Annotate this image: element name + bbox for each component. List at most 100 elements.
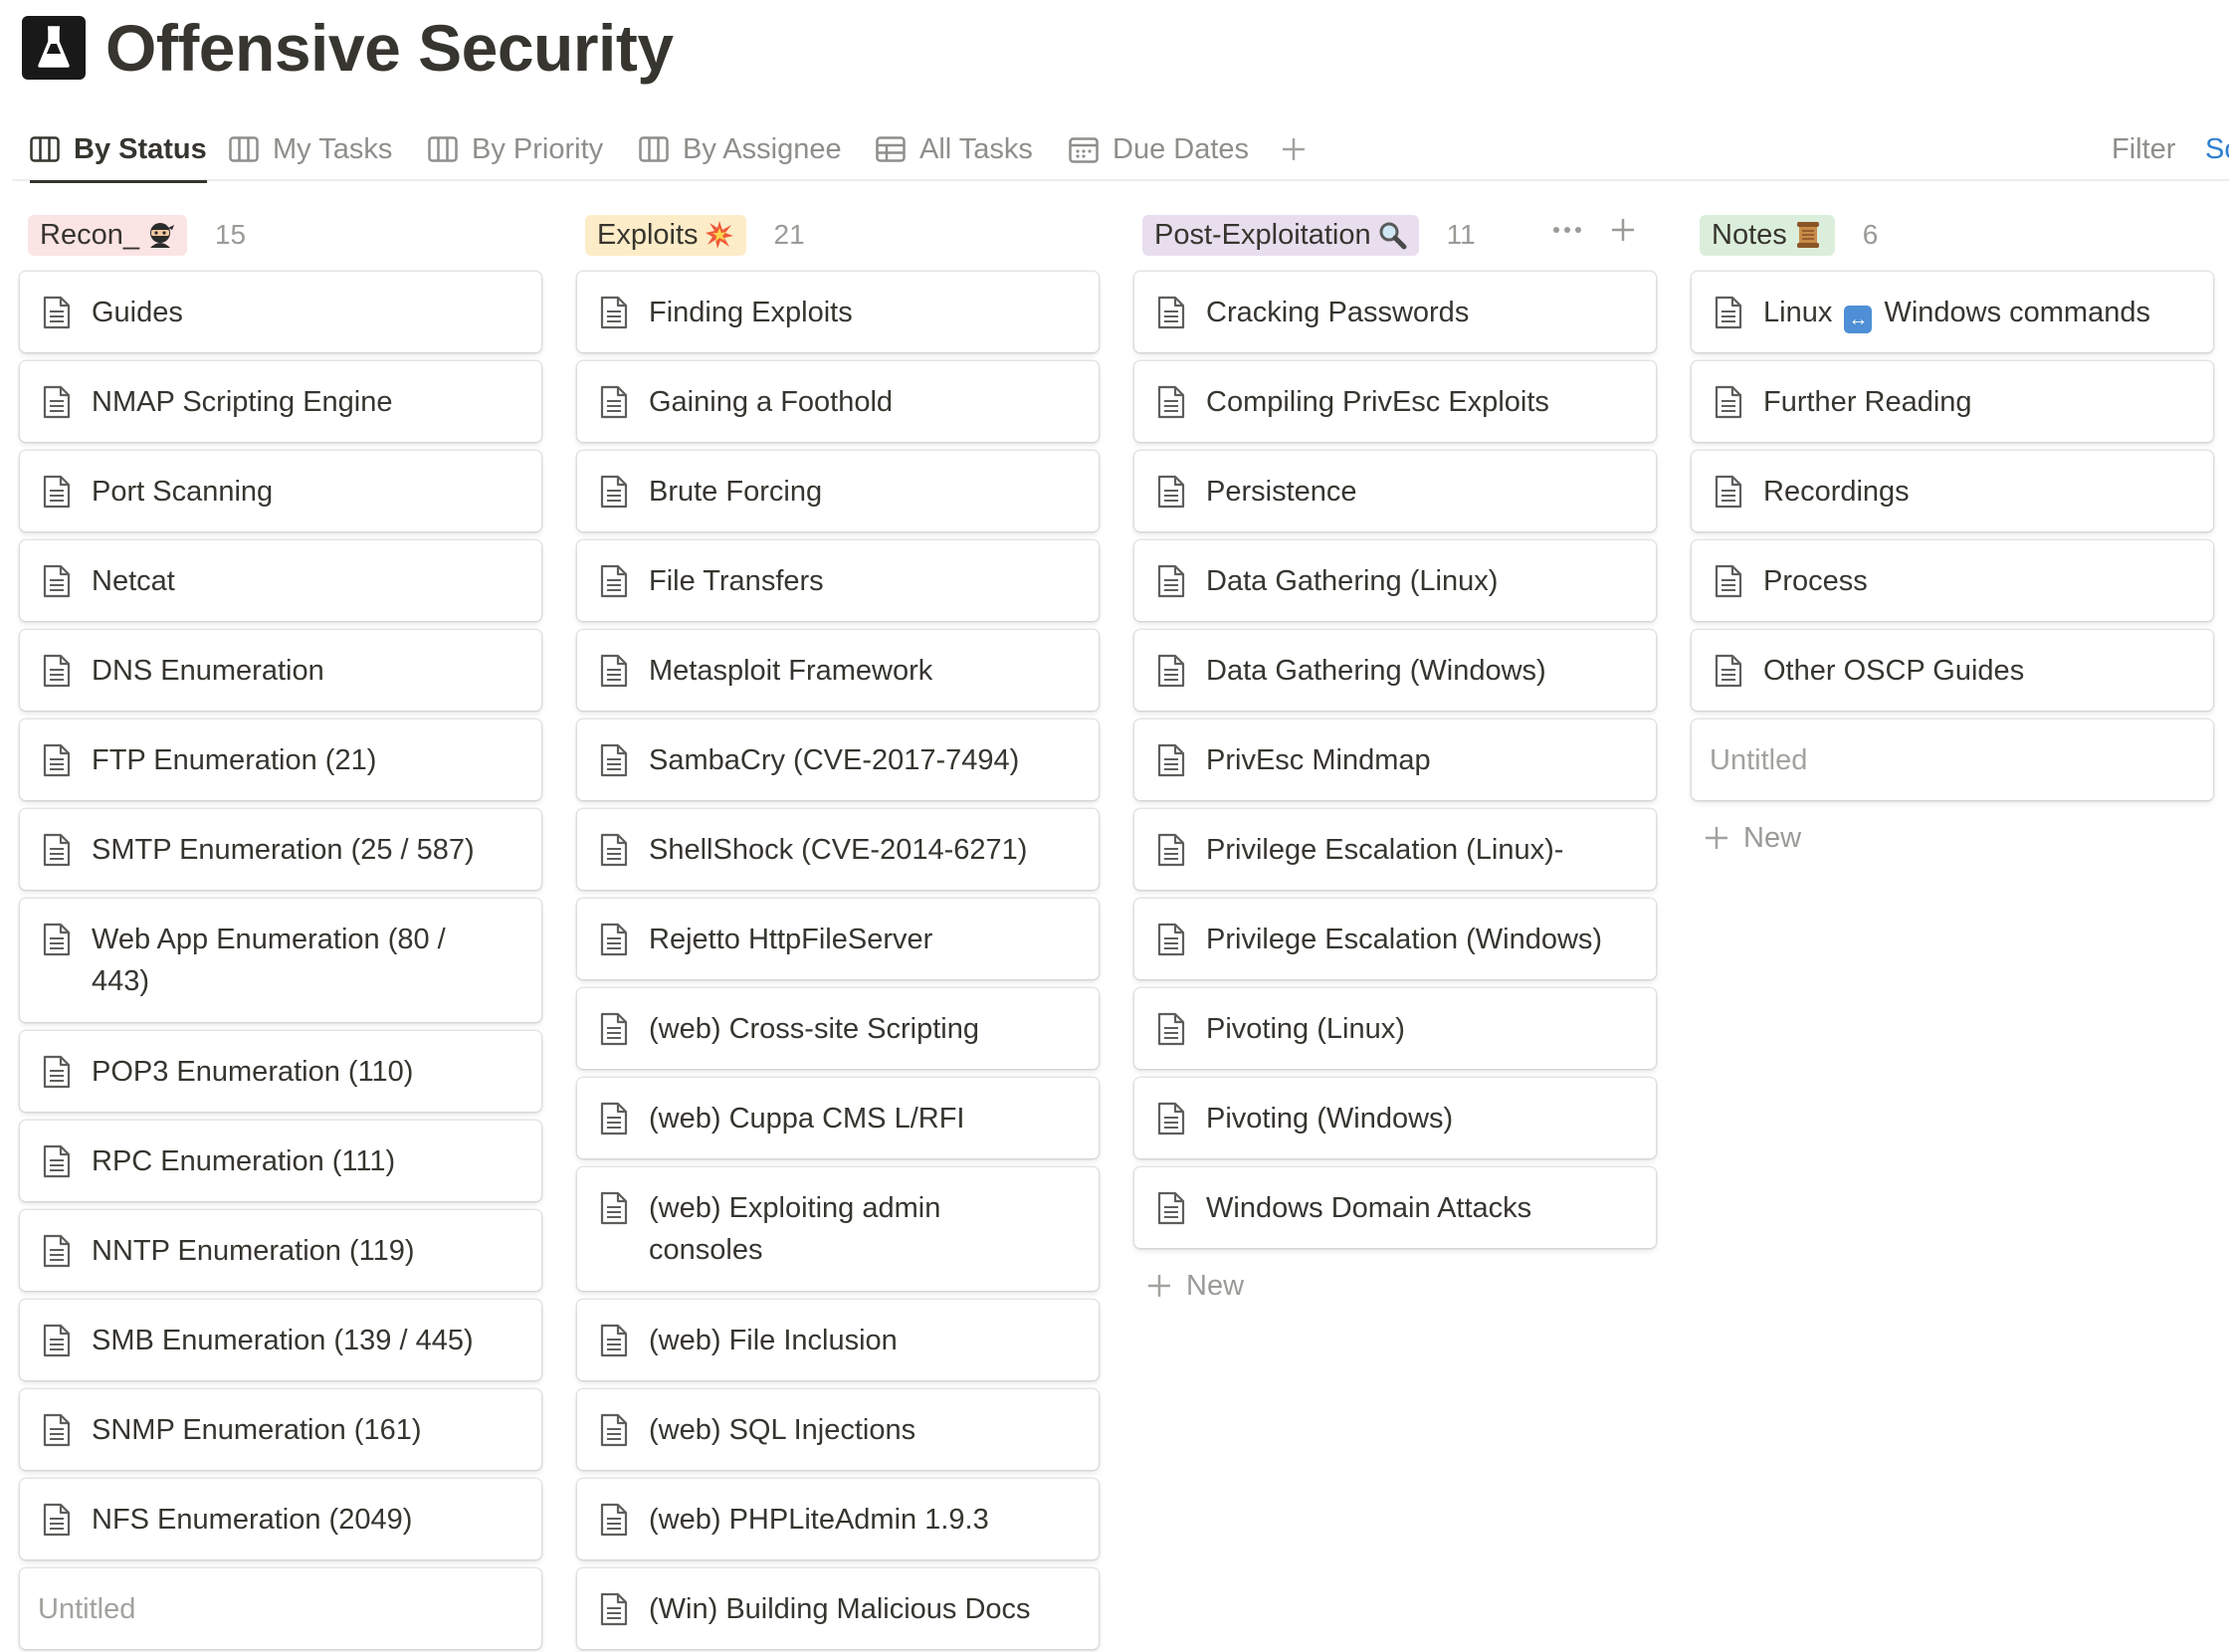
status-tag[interactable]: Notes (1700, 214, 1835, 256)
page-icon (600, 296, 628, 329)
more-options-icon[interactable] (1552, 226, 1582, 234)
board-card[interactable]: File Transfers (577, 540, 1099, 621)
page-icon (1157, 743, 1185, 777)
board-card[interactable]: Cracking Passwords (1134, 272, 1656, 352)
sort-button[interactable]: Sort (2205, 117, 2229, 181)
plus-icon[interactable] (1610, 217, 1636, 243)
page-header: Offensive Security (22, 8, 674, 88)
tab-all-tasks[interactable]: All Tasks (876, 117, 1033, 181)
ninja-icon (145, 220, 175, 250)
tab-by-priority[interactable]: By Priority (428, 117, 603, 181)
tab-due-dates[interactable]: Due Dates (1069, 117, 1249, 181)
board-card[interactable]: Other OSCP Guides (1692, 630, 2213, 711)
card-title: Rejetto HttpFileServer (649, 924, 933, 955)
tab-label: By Assignee (683, 132, 842, 165)
board-card[interactable]: (Win) Building Malicious Docs (577, 1568, 1099, 1649)
board-card[interactable]: RPC Enumeration (111) (20, 1121, 541, 1201)
tab-label: Due Dates (1113, 132, 1250, 165)
board-card[interactable]: Recordings (1692, 451, 2213, 531)
card-title: Persistence (1206, 476, 1357, 508)
board-card[interactable]: (web) SQL Injections (577, 1389, 1099, 1470)
board-card[interactable]: SNMP Enumeration (161) (20, 1389, 541, 1470)
board-card[interactable]: Pivoting (Linux) (1134, 988, 1656, 1069)
tab-by-assignee[interactable]: By Assignee (639, 117, 842, 181)
board-card[interactable]: Data Gathering (Linux) (1134, 540, 1656, 621)
board-card[interactable]: Rejetto HttpFileServer (577, 899, 1099, 979)
page-icon (1715, 564, 1742, 598)
tab-my-tasks[interactable]: My Tasks (229, 117, 392, 181)
board-card[interactable]: Privilege Escalation (Linux)- (1134, 809, 1656, 890)
board-card[interactable]: Pivoting (Windows) (1134, 1078, 1656, 1158)
flask-icon[interactable] (22, 16, 86, 80)
board-card[interactable]: Linux ↔ Windows commands (1692, 272, 2213, 352)
board-card[interactable]: (web) File Inclusion (577, 1300, 1099, 1380)
card-title: Finding Exploits (649, 297, 853, 328)
board-card[interactable]: Metasploit Framework (577, 630, 1099, 711)
page-icon (1715, 296, 1742, 329)
card-title: (web) SQL Injections (649, 1414, 916, 1446)
card-title: Untitled (38, 1593, 136, 1625)
board-card[interactable]: Netcat (20, 540, 541, 621)
column-post-exploitation: Post-Exploitation 11 Cracking Passwords C… (1134, 199, 1656, 1302)
board-card[interactable]: SambaCry (CVE-2017-7494) (577, 720, 1099, 800)
board-card[interactable]: Compiling PrivEsc Exploits (1134, 361, 1656, 442)
page-icon (600, 564, 628, 598)
board-card[interactable]: SMB Enumeration (139 / 445) (20, 1300, 541, 1380)
status-tag[interactable]: Recon_ (28, 214, 187, 256)
board-card[interactable]: Further Reading (1692, 361, 2213, 442)
board-card[interactable]: NNTP Enumeration (119) (20, 1210, 541, 1291)
tab-label: All Tasks (919, 132, 1033, 165)
add-view-button[interactable] (1274, 129, 1314, 169)
page-icon (43, 385, 71, 419)
board-card[interactable]: (web) Cross-site Scripting (577, 988, 1099, 1069)
card-title: Further Reading (1763, 386, 1972, 418)
plus-icon (1148, 1275, 1170, 1297)
board-card[interactable]: Web App Enumeration (80 /443) (20, 899, 541, 1022)
board-card[interactable]: Gaining a Foothold (577, 361, 1099, 442)
page-icon (1157, 564, 1185, 598)
board-card[interactable]: NFS Enumeration (2049) (20, 1479, 541, 1559)
new-card-button[interactable]: New (1704, 813, 1801, 863)
board-card[interactable]: Brute Forcing (577, 451, 1099, 531)
page-icon (43, 743, 71, 777)
board-card[interactable]: ShellShock (CVE-2014-6271) (577, 809, 1099, 890)
board-card[interactable]: (web) Exploiting admin consoles (577, 1167, 1099, 1291)
page-icon (43, 923, 71, 956)
untitled-card[interactable]: Untitled (1692, 720, 2213, 800)
board-card[interactable]: DNS Enumeration (20, 630, 541, 711)
board-card[interactable]: NMAP Scripting Engine (20, 361, 541, 442)
board-card[interactable]: (web) Cuppa CMS L/RFI (577, 1078, 1099, 1158)
card-title: Compiling PrivEsc Exploits (1206, 386, 1549, 418)
board-card[interactable]: FTP Enumeration (21) (20, 720, 541, 800)
board-icon (639, 136, 669, 162)
column-exploits: Exploits 21 Finding Exploits Gaining a Fo… (577, 199, 1099, 1649)
board-card[interactable]: Windows Domain Attacks (1134, 1167, 1656, 1248)
card-title: Process (1763, 565, 1868, 597)
card-title: Metasploit Framework (649, 655, 933, 687)
card-title: NNTP Enumeration (119) (92, 1235, 415, 1267)
board-card[interactable]: Port Scanning (20, 451, 541, 531)
board-card[interactable]: Persistence (1134, 451, 1656, 531)
board-card[interactable]: Data Gathering (Windows) (1134, 630, 1656, 711)
card-title: Untitled (1710, 744, 1808, 776)
board-card[interactable]: Guides (20, 272, 541, 352)
card-title: Cracking Passwords (1206, 297, 1470, 328)
board-card[interactable]: PrivEsc Mindmap (1134, 720, 1656, 800)
new-card-button[interactable]: New (1146, 1261, 1244, 1311)
board-card[interactable]: SMTP Enumeration (25 / 587) (20, 809, 541, 890)
untitled-card[interactable]: Untitled (20, 1568, 541, 1649)
card-title: NFS Enumeration (2049) (92, 1504, 413, 1536)
card-title: Web App Enumeration (80 /443) (92, 924, 446, 997)
new-card-label: New (1743, 821, 1802, 854)
board-card[interactable]: Privilege Escalation (Windows) (1134, 899, 1656, 979)
filter-button[interactable]: Filter (2112, 117, 2175, 181)
board-card[interactable]: POP3 Enumeration (110) (20, 1031, 541, 1112)
card-title: PrivEsc Mindmap (1206, 744, 1431, 776)
board-card[interactable]: Process (1692, 540, 2213, 621)
board-card[interactable]: Finding Exploits (577, 272, 1099, 352)
status-tag[interactable]: Exploits (585, 214, 746, 256)
tab-label: By Status (74, 132, 207, 165)
status-tag[interactable]: Post-Exploitation (1142, 214, 1419, 256)
board-card[interactable]: (web) PHPLiteAdmin 1.9.3 (577, 1479, 1099, 1559)
tab-by-status[interactable]: By Status (30, 117, 207, 183)
